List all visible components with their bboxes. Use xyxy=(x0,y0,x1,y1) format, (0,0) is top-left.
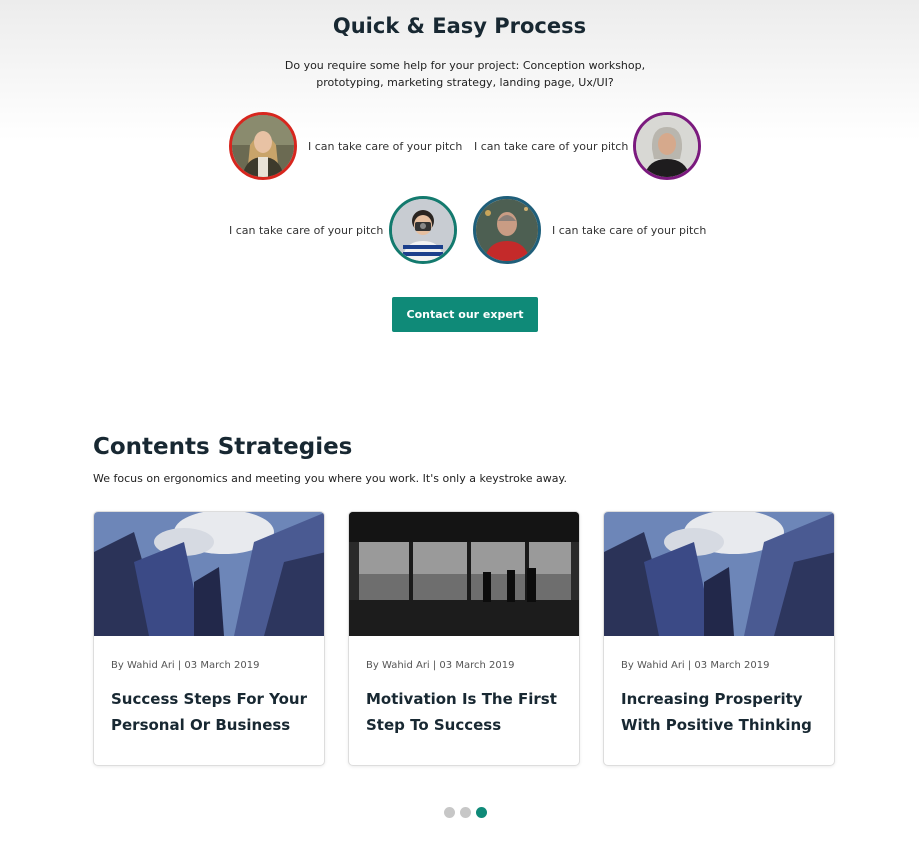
carousel-dot-1[interactable] xyxy=(444,807,455,818)
carousel-dot-2[interactable] xyxy=(460,807,471,818)
skyscrapers-image xyxy=(604,512,834,636)
expert-pitch-4: I can take care of your pitch xyxy=(552,224,707,237)
expert-avatar-2[interactable] xyxy=(633,112,701,180)
article-card-3[interactable]: By Wahid Ari | 03 March 2019 Increasing … xyxy=(603,511,835,766)
contents-subtitle: We focus on ergonomics and meeting you w… xyxy=(93,472,567,485)
card-title[interactable]: Motivation Is The First Step To Success xyxy=(366,686,571,738)
contents-title: Contents Strategies xyxy=(93,434,353,460)
expert-pitch-1: I can take care of your pitch xyxy=(308,140,463,153)
expert-pitch-3: I can take care of your pitch xyxy=(229,224,384,237)
carousel-dot-3[interactable] xyxy=(476,807,487,818)
contact-expert-button[interactable]: Contact our expert xyxy=(392,297,538,332)
expert-avatar-1[interactable] xyxy=(229,112,297,180)
card-title[interactable]: Increasing Prosperity With Positive Thin… xyxy=(621,686,826,738)
expert-avatar-3[interactable] xyxy=(389,196,457,264)
article-card-2[interactable]: By Wahid Ari | 03 March 2019 Motivation … xyxy=(348,511,580,766)
expert-pitch-2: I can take care of your pitch xyxy=(474,140,629,153)
process-description: Do you require some help for your projec… xyxy=(284,59,646,89)
carousel-pagination xyxy=(444,807,487,818)
skyscrapers-image xyxy=(94,512,324,636)
card-meta: By Wahid Ari | 03 March 2019 xyxy=(366,660,515,671)
office-window-image xyxy=(349,512,579,636)
card-title[interactable]: Success Steps For Your Personal Or Busin… xyxy=(111,686,316,738)
card-meta: By Wahid Ari | 03 March 2019 xyxy=(621,660,770,671)
article-card-1[interactable]: By Wahid Ari | 03 March 2019 Success Ste… xyxy=(93,511,325,766)
expert-avatar-4[interactable] xyxy=(473,196,541,264)
process-title: Quick & Easy Process xyxy=(332,14,587,38)
card-meta: By Wahid Ari | 03 March 2019 xyxy=(111,660,260,671)
